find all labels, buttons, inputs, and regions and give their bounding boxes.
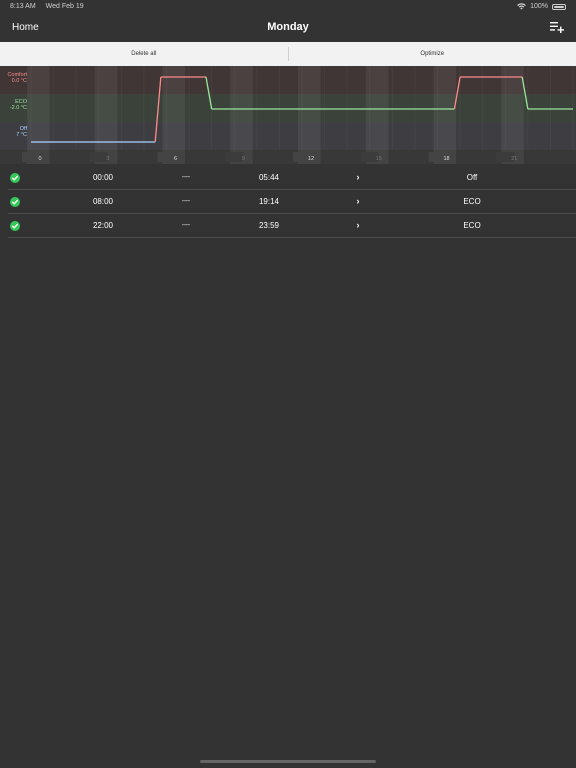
status-bar: 8:13 AM Wed Feb 19 100% <box>0 0 576 14</box>
chevron-right-icon[interactable]: › <box>352 196 364 206</box>
checkmark-icon[interactable] <box>10 221 20 231</box>
schedule-chart[interactable]: Comfort 0.0 °C ECO -2.0 °C Off 7 °C 0 3 6 9 12 15 1… <box>0 66 576 164</box>
chevron-right-icon[interactable]: › <box>352 220 364 230</box>
end-time: 23:59 <box>258 221 280 230</box>
schedule-row[interactable]: 00:00 — 05:44 › Off <box>8 166 576 190</box>
list-add-icon[interactable] <box>550 21 564 33</box>
hour-stripe <box>298 66 321 164</box>
checkmark-icon[interactable] <box>10 197 20 207</box>
delete-all-button[interactable]: Delete all <box>0 42 288 66</box>
tick-bg <box>89 152 108 162</box>
tick-label: 6 <box>174 156 177 162</box>
hour-stripe <box>94 66 118 164</box>
tick-label: 0 <box>38 156 41 162</box>
mode-label: ECO <box>463 221 481 230</box>
hour-stripe <box>501 66 524 164</box>
band-off <box>0 122 576 150</box>
battery-percent: 100% <box>530 3 548 10</box>
home-indicator <box>200 760 376 763</box>
schedule-row[interactable]: 22:00 — 23:59 › ECO <box>8 214 576 238</box>
hour-stripe <box>433 66 457 164</box>
range-dash: — <box>182 220 190 229</box>
tick-bg <box>157 152 176 162</box>
status-right: 100% <box>517 3 566 10</box>
tick-label: 3 <box>106 156 109 162</box>
checkmark-icon[interactable] <box>10 173 20 183</box>
schedule-row[interactable]: 08:00 — 19:14 › ECO <box>8 190 576 214</box>
status-left: 8:13 AM Wed Feb 19 <box>10 3 92 10</box>
status-time: 8:13 AM <box>10 3 36 10</box>
range-dash: — <box>182 196 190 205</box>
battery-icon <box>552 3 566 10</box>
band-comfort <box>0 66 576 94</box>
tick-label: 18 <box>443 156 449 162</box>
level-value-off: 7 °C <box>16 132 27 138</box>
start-time: 22:00 <box>92 221 114 230</box>
hour-stripe <box>27 66 50 164</box>
optimize-button[interactable]: Optimize <box>289 42 576 66</box>
tick-label: 21 <box>511 156 517 162</box>
nav-bar: Home Monday <box>0 14 576 42</box>
tick-label: 15 <box>376 156 382 162</box>
end-time: 19:14 <box>258 197 280 206</box>
range-dash: — <box>182 172 190 181</box>
hour-stripe <box>162 66 186 164</box>
page-title: Monday <box>267 21 309 33</box>
schedule-chart-svg: Comfort0.0 °CECO-2.0 °COff7 °C 0 3 6 9 12 15 1… <box>0 66 576 164</box>
hour-stripe <box>365 66 389 164</box>
tick-bg <box>22 152 40 162</box>
mode-label: Off <box>466 173 478 182</box>
mode-label: ECO <box>463 197 481 206</box>
status-date: Wed Feb 19 <box>45 3 84 10</box>
chevron-right-icon[interactable]: › <box>352 172 364 182</box>
tick-bg <box>225 152 244 162</box>
band-axis <box>0 150 576 164</box>
end-time: 05:44 <box>258 173 280 182</box>
level-value-eco: -2.0 °C <box>10 105 27 111</box>
start-time: 08:00 <box>92 197 114 206</box>
toolbar: Delete all Optimize <box>0 42 576 66</box>
schedule-list: 00:00 — 05:44 › Off 08:00 — 19:14 › ECO 22:00 — 23:5… <box>0 166 576 238</box>
wifi-icon <box>517 3 526 10</box>
tick-label: 12 <box>308 156 314 162</box>
start-time: 00:00 <box>92 173 114 182</box>
tick-label: 9 <box>242 156 245 162</box>
level-value-comfort: 0.0 °C <box>12 78 27 84</box>
hour-stripe <box>230 66 253 164</box>
band-eco <box>0 94 576 122</box>
